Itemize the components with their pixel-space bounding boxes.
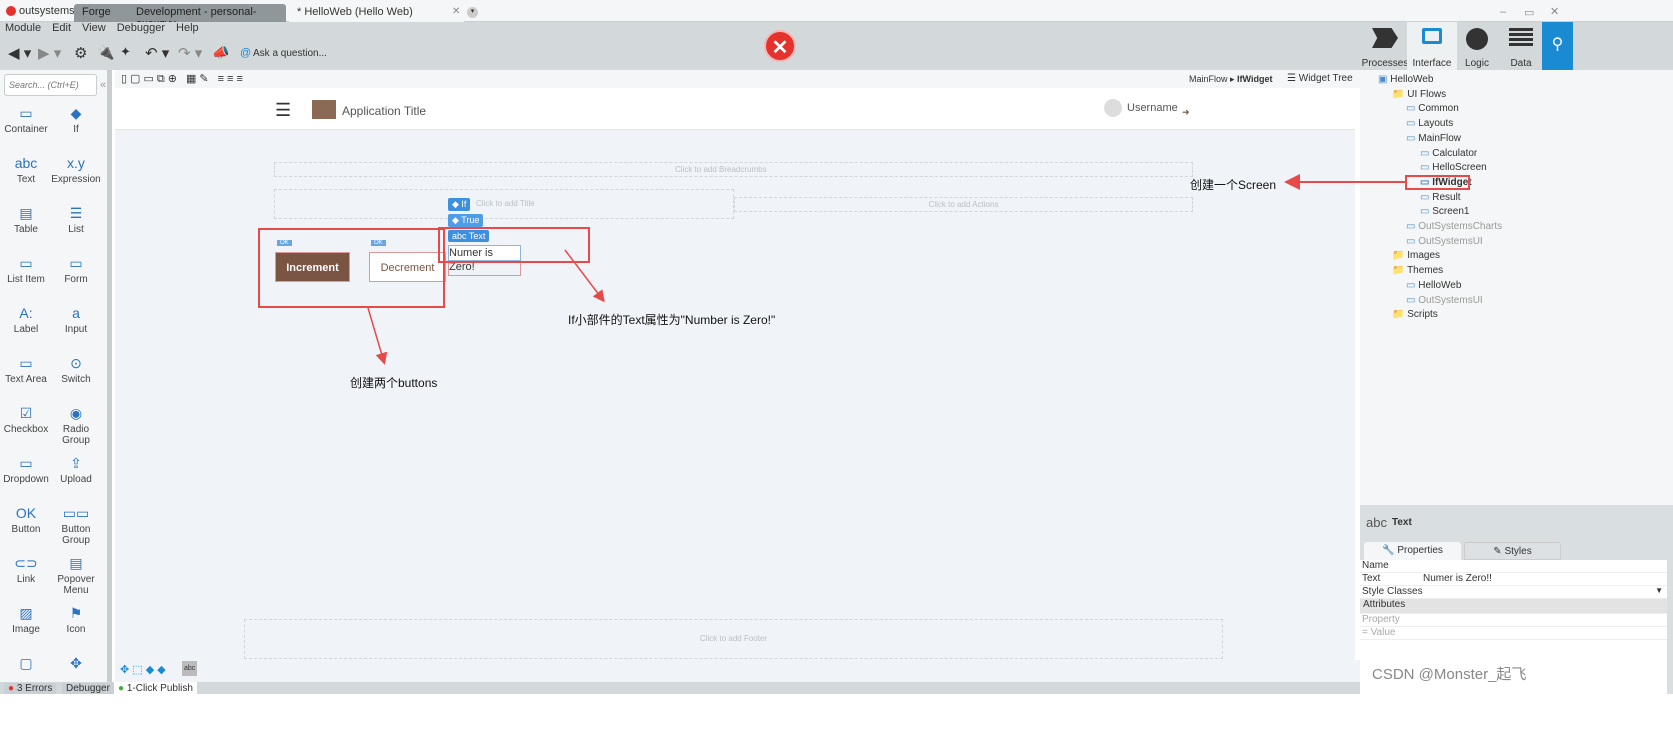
annotation-buttons: 创建两个buttons — [350, 376, 438, 390]
arrow-text — [564, 249, 605, 303]
annotation-text: If小部件的Text属性为"Number is Zero!" — [568, 313, 776, 327]
annotation-arrows — [367, 174, 1405, 365]
arrow-buttons — [367, 307, 388, 365]
annotation-screen: 创建一个Screen — [1190, 178, 1277, 192]
